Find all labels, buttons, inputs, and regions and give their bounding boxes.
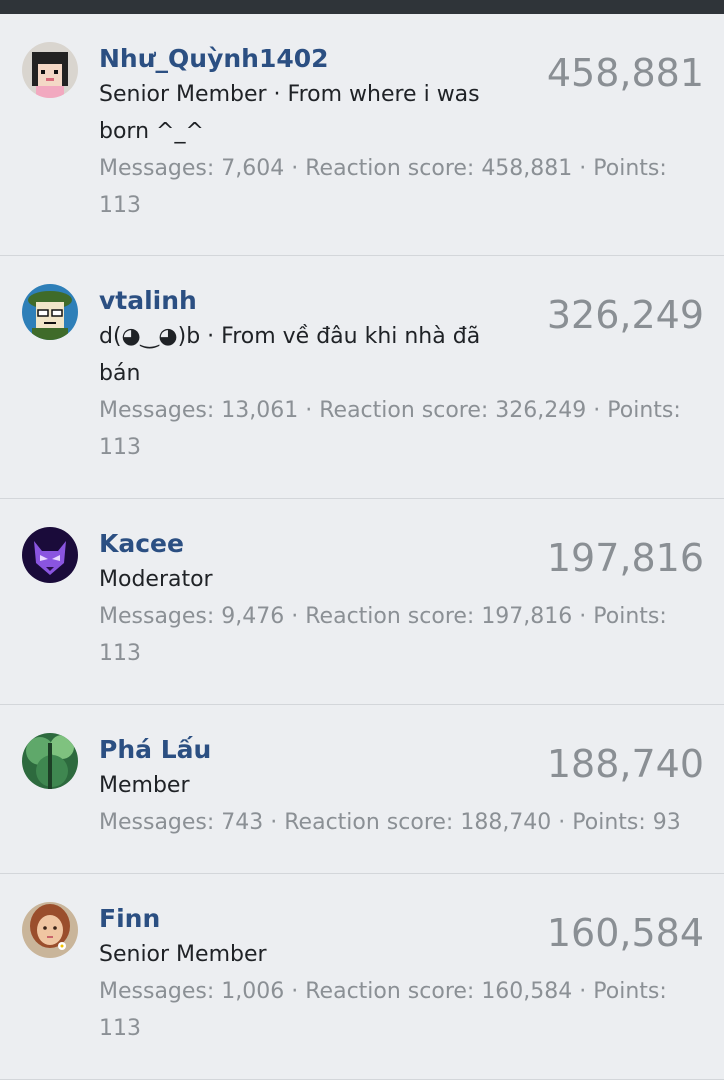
member-stats: Messages: 9,476 · Reaction score: 197,81… bbox=[99, 604, 667, 666]
member-title-line: Moderator bbox=[99, 567, 213, 592]
top-bar bbox=[0, 0, 724, 14]
girl-avatar-icon bbox=[22, 42, 78, 98]
member-row[interactable]: Phá Lấu Member Messages: 743 · Reaction … bbox=[0, 705, 724, 874]
avatar[interactable] bbox=[22, 42, 78, 98]
reaction-score: 326,249 bbox=[546, 293, 704, 337]
reaction-score: 458,881 bbox=[546, 51, 704, 95]
reaction-score: 197,816 bbox=[546, 536, 704, 580]
member-list: Như_Quỳnh1402 Senior Member · From where… bbox=[0, 14, 724, 1080]
soldier-avatar-icon bbox=[22, 284, 78, 340]
forest-avatar-icon bbox=[22, 733, 78, 789]
avatar[interactable] bbox=[22, 284, 78, 340]
member-title-line: Senior Member bbox=[99, 942, 267, 967]
reaction-score: 160,584 bbox=[546, 911, 704, 955]
member-stats: Messages: 743 · Reaction score: 188,740 … bbox=[99, 810, 681, 835]
member-title-line: Senior Member · From where i was born ^_… bbox=[99, 82, 480, 144]
portrait-avatar-icon bbox=[22, 902, 78, 958]
member-title-line: Member bbox=[99, 773, 190, 798]
member-row[interactable]: Finn Senior Member Messages: 1,006 · Rea… bbox=[0, 874, 724, 1080]
member-stats: Messages: 1,006 · Reaction score: 160,58… bbox=[99, 979, 667, 1041]
member-row[interactable]: Kacee Moderator Messages: 9,476 · Reacti… bbox=[0, 499, 724, 705]
member-row[interactable]: vtalinh d(◕‿◕)b · From về đâu khi nhà đã… bbox=[0, 256, 724, 499]
avatar[interactable] bbox=[22, 902, 78, 958]
avatar[interactable] bbox=[22, 527, 78, 583]
member-title-line: d(◕‿◕)b · From về đâu khi nhà đã bán bbox=[99, 324, 481, 386]
avatar[interactable] bbox=[22, 733, 78, 789]
member-stats: Messages: 13,061 · Reaction score: 326,2… bbox=[99, 398, 681, 460]
member-row[interactable]: Như_Quỳnh1402 Senior Member · From where… bbox=[0, 14, 724, 256]
reaction-score: 188,740 bbox=[546, 742, 704, 786]
member-stats: Messages: 7,604 · Reaction score: 458,88… bbox=[99, 156, 667, 218]
wolf-avatar-icon bbox=[22, 527, 78, 583]
